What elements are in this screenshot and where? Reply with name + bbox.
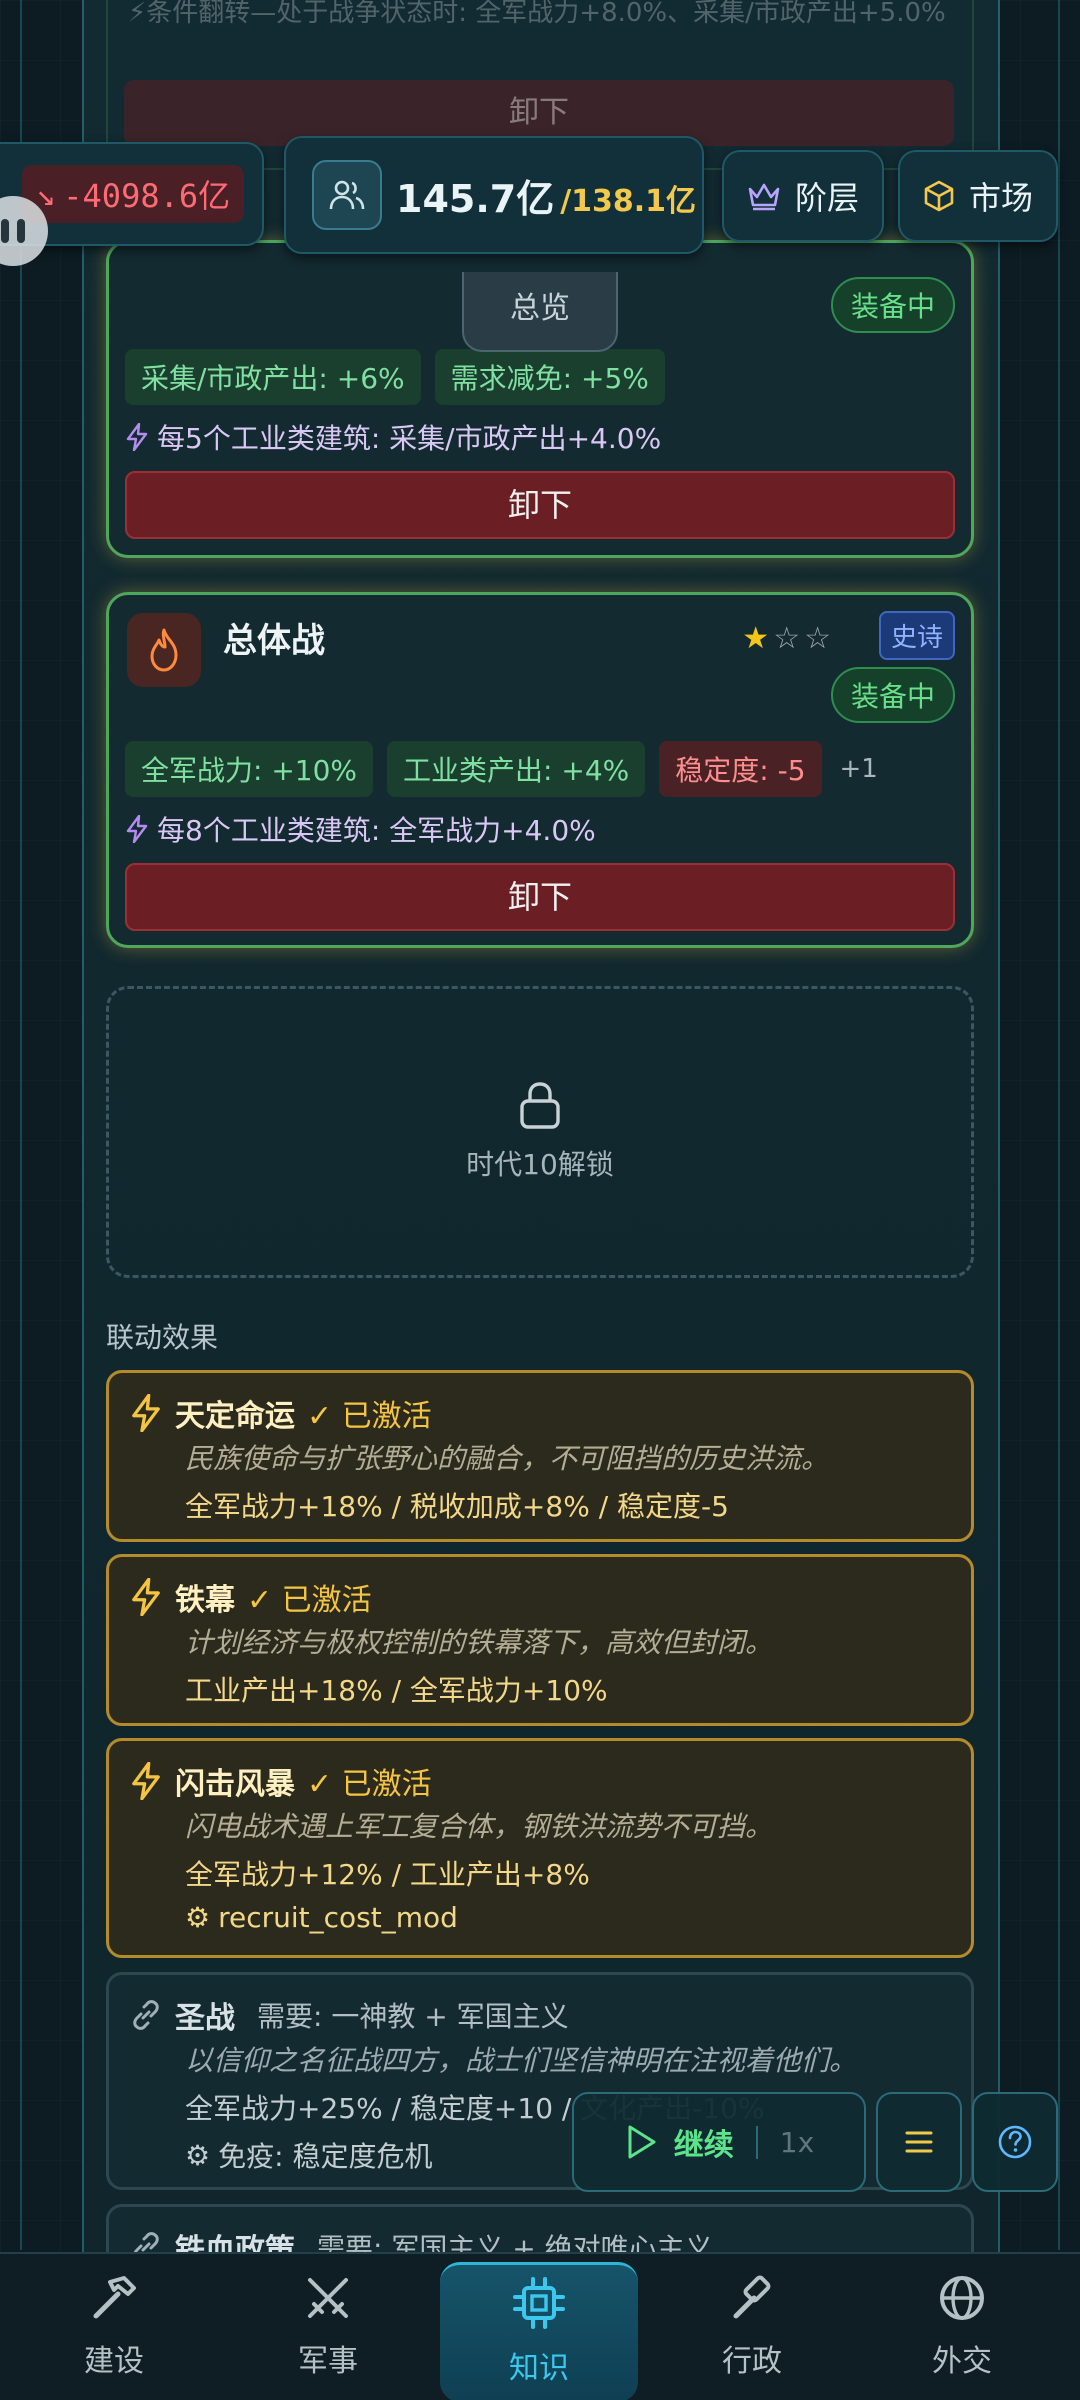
menu-icon: [905, 2131, 933, 2153]
bonus-text: 每8个工业类建筑: 全军战力+4.0%: [157, 814, 596, 847]
debt-value-box: ↘ -4098.6亿: [22, 165, 245, 223]
synergy-status: ✓ 已激活: [307, 1399, 432, 1434]
nav-label: 建设: [84, 2344, 144, 2379]
nav-label: 行政: [722, 2344, 782, 2379]
continue-button[interactable]: 继续: [674, 2120, 734, 2164]
bonus-text: 每5个工业类建筑: 采集/市政产出+4.0%: [157, 422, 662, 455]
synergy-effect: 全军战力+18% / 税收加成+8% / 稳定度-5: [185, 1490, 729, 1523]
tag: 稳定度: -5: [659, 741, 822, 797]
lightning-icon: [126, 423, 148, 451]
equipped-badge: 装备中: [830, 667, 955, 723]
unequip-button[interactable]: 卸下: [125, 863, 955, 931]
population-pill[interactable]: 145.7亿 /138.1亿: [284, 136, 704, 254]
speed-toggle[interactable]: 1x: [755, 2125, 814, 2159]
bonus-line: 每5个工业类建筑: 采集/市政产出+4.0%: [125, 417, 661, 457]
tag: 采集/市政产出: +6%: [125, 349, 421, 405]
nav-label: 军事: [298, 2344, 358, 2379]
tag: 工业类产出: +4%: [387, 741, 646, 797]
link-icon: [133, 2000, 159, 2030]
synergy-name: 铁幕: [175, 1583, 235, 1618]
card-tags: 采集/市政产出: +6% 需求减免: +5%: [125, 349, 665, 405]
nav-knowledge[interactable]: 知识: [440, 2262, 638, 2400]
nav-administration[interactable]: 行政: [672, 2272, 832, 2400]
overview-tab[interactable]: 总览: [462, 272, 618, 352]
help-icon: [998, 2125, 1032, 2159]
hammer-icon: [93, 2276, 136, 2319]
right-rail: [1058, 0, 1060, 2250]
synergy-requirement: 需要: 一神教 + 军国主义: [257, 2000, 569, 2033]
synergy-effect: 全军战力+12% / 工业产出+8%: [185, 1858, 590, 1891]
synergy-extra-text: recruit_cost_mod: [218, 1901, 458, 1934]
gavel-icon: [733, 2275, 771, 2319]
rarity-badge: 史诗: [878, 611, 955, 660]
population-value: 145.7亿: [396, 176, 555, 221]
tag: 全军战力: +10%: [125, 741, 374, 797]
lightning-icon: [132, 1394, 160, 1432]
synergy-extra-text: 免疫: 稳定度危机: [218, 2140, 433, 2173]
synergy-name: 圣战: [175, 2001, 235, 2036]
game-speed-control: 继续 1x: [572, 2092, 866, 2192]
star-empty-icon: ☆: [804, 621, 831, 656]
star-rating: ★ ☆ ☆: [742, 621, 831, 656]
synergy-extra: ⚙ recruit_cost_mod: [185, 1901, 458, 1934]
nav-build[interactable]: 建设: [34, 2272, 194, 2400]
synergy-status: ✓ 已激活: [247, 1583, 372, 1618]
locked-text: 时代10解锁: [466, 1148, 614, 1181]
card-title: 总体战: [223, 621, 325, 661]
fire-icon: [127, 613, 201, 687]
lightning-icon: [126, 815, 148, 843]
gear-icon: ⚙: [185, 1901, 211, 1934]
card-tags: 全军战力: +10% 工业类产出: +4% 稳定度: -5 +1: [125, 741, 878, 797]
unequip-button[interactable]: 卸下: [125, 471, 955, 539]
synergy-description: 民族使命与扩张野心的融合，不可阻挡的历史洪流。: [185, 1442, 830, 1475]
synergy-section-title: 联动效果: [106, 1321, 219, 1354]
gear-icon: ⚙: [185, 2138, 211, 2172]
synergy-card[interactable]: 铁幕 ✓ 已激活 计划经济与极权控制的铁幕落下，高效但封闭。 工业产出+18% …: [106, 1554, 974, 1726]
market-label: 市场: [968, 179, 1033, 217]
market-button[interactable]: 市场: [898, 150, 1058, 242]
nav-label: 知识: [509, 2351, 569, 2386]
left-rail: [20, 0, 22, 2250]
nav-label: 外交: [932, 2344, 992, 2379]
synergy-description: 闪电战术遇上军工复合体，钢铁洪流势不可挡。: [185, 1810, 774, 1843]
policy-card-total-war: 总体战 ★ ☆ ☆ 史诗 装备中 全军战力: +10% 工业类产出: +4% 稳…: [106, 592, 974, 948]
nav-diplomacy[interactable]: 外交: [882, 2272, 1042, 2400]
synergy-card[interactable]: 天定命运 ✓ 已激活 民族使命与扩张野心的融合，不可阻挡的历史洪流。 全军战力+…: [106, 1370, 974, 1542]
synergy-status: ✓ 已激活: [307, 1767, 432, 1802]
population-cap: /138.1亿: [560, 184, 697, 219]
nav-military[interactable]: 军事: [248, 2272, 408, 2400]
help-button[interactable]: [972, 2092, 1058, 2192]
synergy-name: 天定命运: [175, 1399, 295, 1434]
people-icon: [312, 160, 382, 230]
class-label: 阶层: [794, 179, 859, 217]
chip-icon: [513, 2277, 565, 2329]
more-tags[interactable]: +1: [840, 754, 878, 784]
star-filled-icon: ★: [742, 621, 770, 656]
bottom-navigation: 建设 军事 知识 行政 外交: [0, 2252, 1080, 2400]
synergy-card[interactable]: 闪击风暴 ✓ 已激活 闪电战术遇上军工复合体，钢铁洪流势不可挡。 全军战力+12…: [106, 1738, 974, 1958]
synergy-extra: ⚙ 免疫: 稳定度危机: [185, 2135, 432, 2175]
crown-icon: [748, 183, 780, 211]
globe-icon: [940, 2276, 984, 2320]
box-icon: [924, 180, 954, 212]
locked-slot: 时代10解锁: [106, 986, 974, 1278]
synergy-description: 计划经济与极权控制的铁幕落下，高效但封闭。: [185, 1626, 774, 1659]
lock-icon: [520, 1082, 560, 1129]
menu-button[interactable]: [876, 2092, 962, 2192]
play-icon[interactable]: [624, 2124, 658, 2160]
tag: 需求减免: +5%: [434, 349, 665, 405]
equipped-badge: 装备中: [830, 277, 955, 333]
class-button[interactable]: 阶层: [722, 150, 884, 242]
debt-value: -4098.6亿: [63, 177, 231, 215]
lightning-icon: [132, 1578, 160, 1616]
star-empty-icon: ☆: [773, 621, 801, 656]
swords-icon: [308, 2278, 348, 2318]
bonus-line: 每8个工业类建筑: 全军战力+4.0%: [125, 809, 596, 849]
lightning-icon: [132, 1762, 160, 1800]
synergy-description: 以信仰之名征战四方，战士们坚信神明在注视着他们。: [185, 2044, 858, 2077]
previous-card-bonus: ⚡条件翻转—处于战争状态时: 全军战力+8.0%、采集/市政产出+5.0%: [128, 0, 946, 28]
synergy-name: 闪击风暴: [175, 1767, 295, 1802]
synergy-effect: 工业产出+18% / 全军战力+10%: [185, 1674, 608, 1707]
